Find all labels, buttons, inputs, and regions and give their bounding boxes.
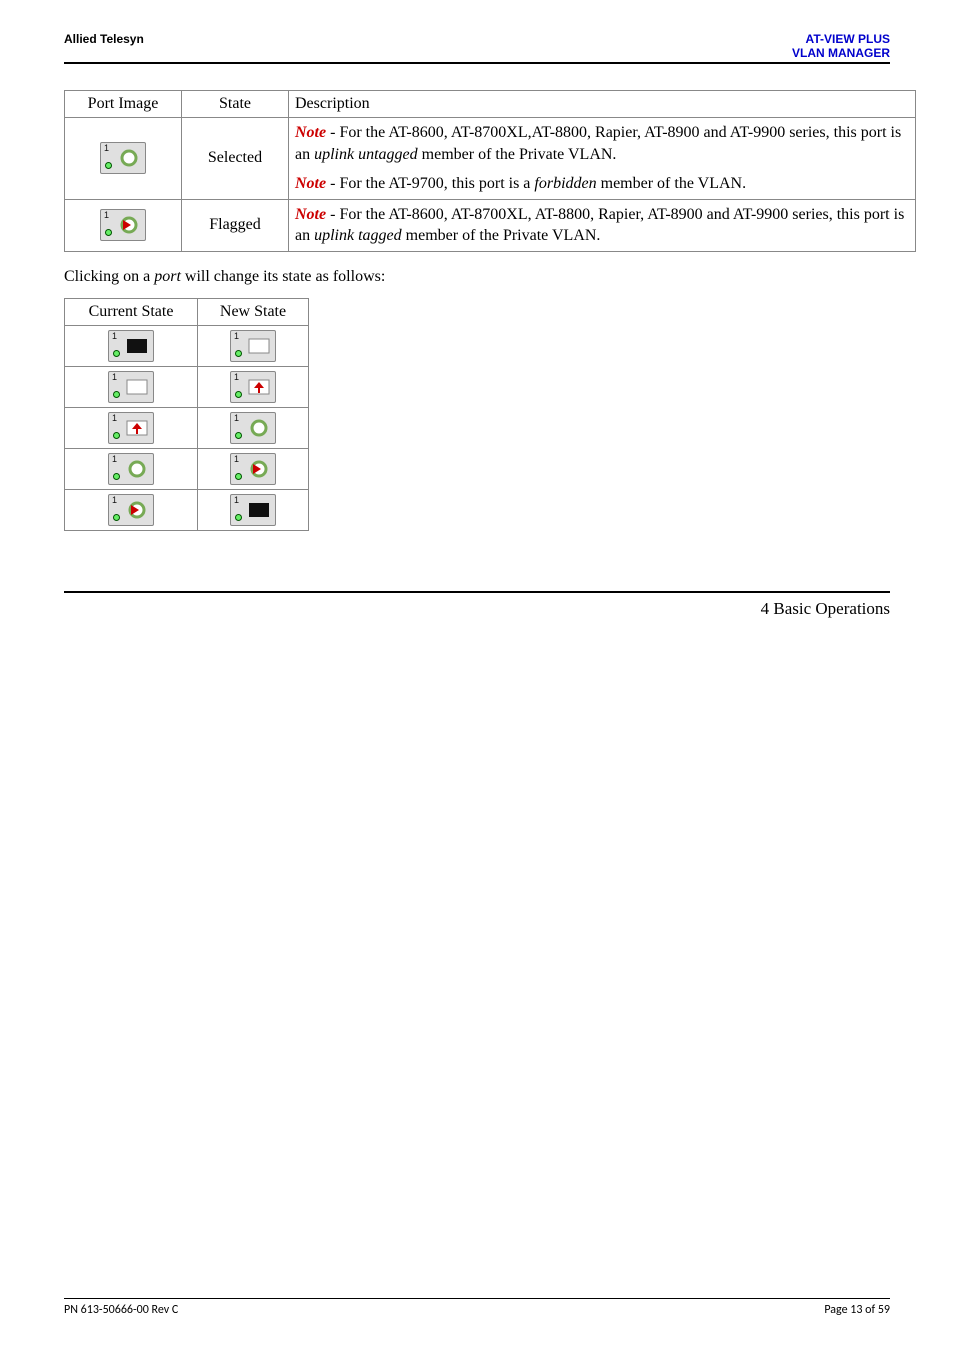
port-number: 1: [112, 373, 117, 382]
port-state-table: Port Image State Description 1 Selected …: [64, 90, 916, 252]
port-black-icon: 1: [108, 330, 154, 362]
cell-description: Note - For the AT-8600, AT-8700XL, AT-88…: [289, 199, 916, 251]
cell-state: Selected: [182, 118, 289, 200]
port-number: 1: [234, 414, 239, 423]
port-led-icon: [235, 432, 242, 439]
header-right-2: VLAN MANAGER: [792, 46, 890, 60]
cell-state: Flagged: [182, 199, 289, 251]
section-title: 4 Basic Operations: [64, 599, 890, 619]
cell-description: Note - For the AT-8600, AT-8700XL,AT-880…: [289, 118, 916, 200]
cell-new: 1: [198, 449, 309, 490]
cell-current: 1: [65, 490, 198, 531]
footer-left: PN 613-50666-00 Rev C: [64, 1303, 178, 1317]
table-row: 1 1: [65, 326, 309, 367]
para-pre: Clicking on a: [64, 268, 154, 285]
header-left: Allied Telesyn: [64, 32, 144, 60]
port-shape: [117, 149, 141, 167]
cell-new: 1: [198, 490, 309, 531]
desc-text: member of the Private VLAN.: [402, 227, 601, 244]
desc-text: member of the VLAN.: [597, 175, 746, 192]
port-ring-icon: 1: [108, 453, 154, 485]
cell-new: 1: [198, 408, 309, 449]
header-rule: [64, 62, 890, 64]
page: Allied Telesyn AT-VIEW PLUS VLAN MANAGER…: [0, 0, 954, 1351]
note-label: Note: [295, 206, 326, 223]
port-led-icon: [235, 473, 242, 480]
desc-text: member of the Private VLAN.: [418, 146, 617, 163]
port-number: 1: [104, 144, 109, 153]
port-pin-icon: 1: [108, 412, 154, 444]
port-led-icon: [113, 350, 120, 357]
table-header-row: Current State New State: [65, 299, 309, 326]
para-ital: port: [154, 268, 181, 285]
cell-new: 1: [198, 367, 309, 408]
table-row: 1 1: [65, 490, 309, 531]
port-shape: [117, 216, 141, 234]
port-number: 1: [234, 496, 239, 505]
table-row: 1 1: [65, 449, 309, 490]
header-right: AT-VIEW PLUS VLAN MANAGER: [792, 32, 890, 60]
port-led-icon: [105, 162, 112, 169]
table-row: 1 1: [65, 367, 309, 408]
port-blank-icon: 1: [108, 371, 154, 403]
cell-current: 1: [65, 326, 198, 367]
port-blank-icon: 1: [230, 330, 276, 362]
footer-rule: [64, 1298, 890, 1299]
port-led-icon: [235, 514, 242, 521]
para-post: will change its state as follows:: [181, 268, 385, 285]
port-ring-icon: 1: [230, 412, 276, 444]
cell-port-image: 1: [65, 199, 182, 251]
th-description: Description: [289, 91, 916, 118]
port-number: 1: [234, 373, 239, 382]
port-led-icon: [235, 391, 242, 398]
table-header-row: Port Image State Description: [65, 91, 916, 118]
port-black-icon: 1: [230, 494, 276, 526]
paragraph: Clicking on a port will change its state…: [64, 266, 890, 288]
port-number: 1: [112, 455, 117, 464]
port-number: 1: [234, 332, 239, 341]
footer-right: Page 13 of 59: [824, 1303, 890, 1317]
port-number: 1: [112, 332, 117, 341]
port-pin-icon: 1: [230, 371, 276, 403]
page-footer: PN 613-50666-00 Rev C Page 13 of 59: [64, 1298, 890, 1317]
cell-new: 1: [198, 326, 309, 367]
port-led-icon: [113, 391, 120, 398]
port-ring-icon: 1: [100, 142, 146, 174]
port-number: 1: [104, 211, 109, 220]
note-label: Note: [295, 175, 326, 192]
table-row: 1 Selected Note - For the AT-8600, AT-87…: [65, 118, 916, 200]
desc-ital: uplink tagged: [314, 227, 402, 244]
port-led-icon: [113, 473, 120, 480]
port-number: 1: [234, 455, 239, 464]
port-flag-icon: 1: [108, 494, 154, 526]
desc-ital: forbidden: [534, 175, 596, 192]
state-transition-table: Current State New State 1 1: [64, 298, 309, 531]
cell-port-image: 1: [65, 118, 182, 200]
desc-ital: uplink untagged: [314, 146, 418, 163]
port-number: 1: [112, 414, 117, 423]
port-flag-icon: 1: [230, 453, 276, 485]
port-led-icon: [113, 432, 120, 439]
cell-current: 1: [65, 449, 198, 490]
desc-text: - For the AT-9700, this port is a: [326, 175, 534, 192]
cell-current: 1: [65, 367, 198, 408]
th-port-image: Port Image: [65, 91, 182, 118]
port-led-icon: [105, 229, 112, 236]
port-led-icon: [235, 350, 242, 357]
th-state: State: [182, 91, 289, 118]
note-label: Note: [295, 124, 326, 141]
port-led-icon: [113, 514, 120, 521]
port-number: 1: [112, 496, 117, 505]
table-row: 1 1: [65, 408, 309, 449]
th-current-state: Current State: [65, 299, 198, 326]
page-header: Allied Telesyn AT-VIEW PLUS VLAN MANAGER: [64, 32, 890, 68]
cell-current: 1: [65, 408, 198, 449]
th-new-state: New State: [198, 299, 309, 326]
header-right-1: AT-VIEW PLUS: [806, 32, 890, 46]
table-row: 1 Flagged Note - For the AT-8600, AT-870…: [65, 199, 916, 251]
port-flag-icon: 1: [100, 209, 146, 241]
section-rule: [64, 591, 890, 593]
